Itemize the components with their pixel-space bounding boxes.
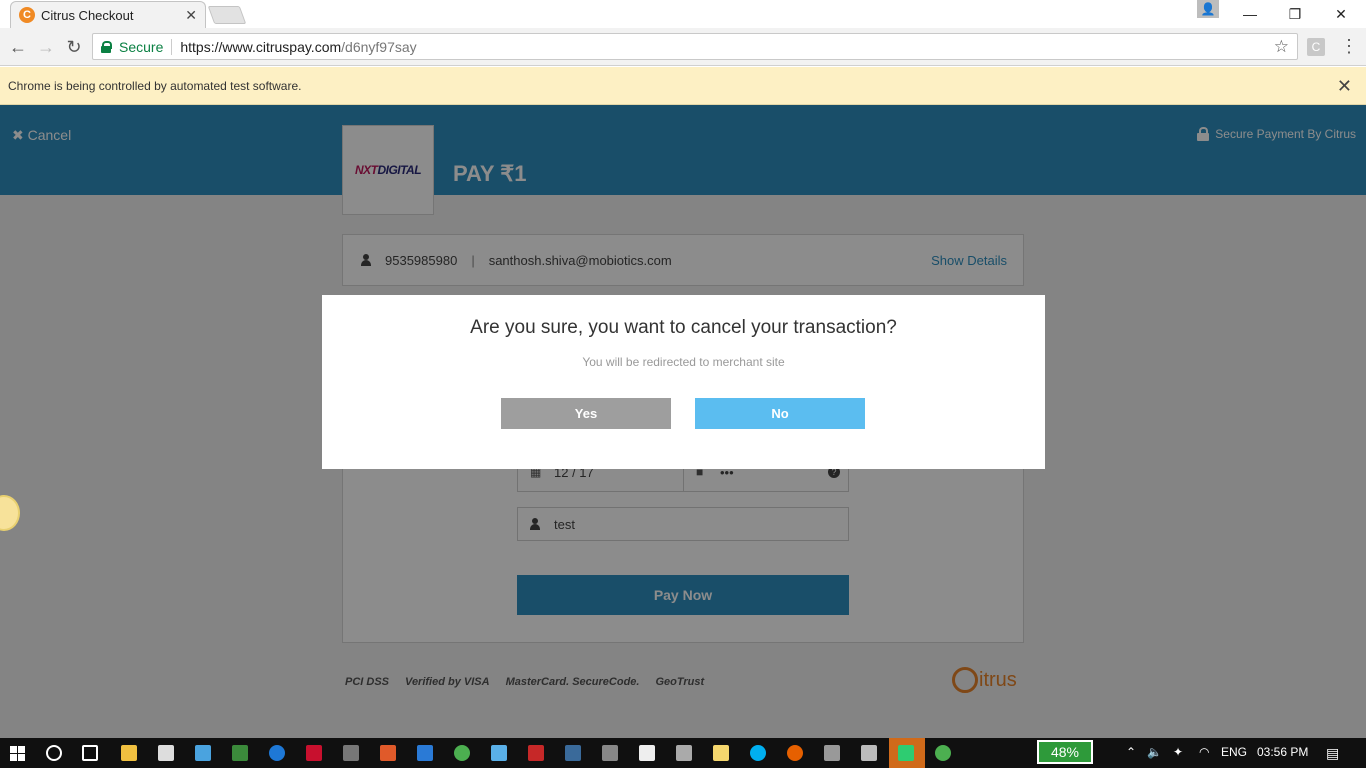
new-tab-button[interactable] (207, 6, 247, 24)
back-icon[interactable]: ← (8, 37, 28, 57)
chrome-menu-icon[interactable]: ⋮ (1340, 36, 1358, 57)
bookmark-star-icon[interactable]: ☆ (1274, 37, 1289, 57)
app-window-icon[interactable] (195, 745, 211, 761)
restore-icon[interactable]: ❐ (1272, 0, 1318, 28)
browser-tabstrip: C Citrus Checkout ✕ 👤 — ❐ ✕ (0, 0, 1366, 28)
browser-toolbar: ← → ↻ Secure https://www.citruspay.com/d… (0, 28, 1366, 66)
tools-icon[interactable] (824, 745, 840, 761)
disk-icon[interactable] (676, 745, 692, 761)
tab-title: Citrus Checkout (41, 7, 134, 23)
profile-icon[interactable]: 👤 (1197, 0, 1219, 18)
window-close-icon[interactable]: ✕ (1318, 0, 1364, 28)
file-explorer-icon[interactable] (121, 745, 137, 761)
task-view-icon[interactable] (82, 745, 98, 761)
citrus-favicon-icon: C (19, 7, 35, 23)
yes-button[interactable]: Yes (501, 398, 671, 429)
infobar-close-icon[interactable]: ✕ (1337, 76, 1352, 97)
chrome-active-icon[interactable] (935, 745, 951, 761)
minimize-icon[interactable]: — (1227, 0, 1273, 28)
cancel-confirm-dialog: Are you sure, you want to cancel your tr… (322, 295, 1045, 469)
battery-indicator[interactable]: 48% (1037, 740, 1093, 764)
teamviewer-icon[interactable] (417, 745, 433, 761)
dialog-buttons: Yes No (501, 398, 865, 429)
no-button[interactable]: No (695, 398, 865, 429)
dialog-subtitle: You will be redirected to merchant site (582, 355, 785, 369)
app-icon-orange[interactable] (380, 745, 396, 761)
windows-start-icon[interactable] (10, 746, 25, 761)
infobar-text: Chrome is being controlled by automated … (8, 78, 302, 93)
forward-icon[interactable]: → (36, 37, 56, 57)
clock[interactable]: 03:56 PM (1257, 745, 1308, 759)
mcafee-icon[interactable] (306, 745, 322, 761)
vpn-icon[interactable] (343, 745, 359, 761)
settings-gear-icon[interactable] (861, 745, 877, 761)
skype-icon[interactable] (750, 745, 766, 761)
sticky-notes-icon[interactable] (713, 745, 729, 761)
checkout-page: ✖ Cancel Secure Payment By Citrus PAY ₹1… (0, 105, 1366, 738)
address-bar[interactable]: Secure https://www.citruspay.com/d6nyf97… (92, 33, 1298, 60)
reload-icon[interactable]: ↻ (64, 37, 84, 57)
dropbox-icon[interactable]: ✦ (1173, 745, 1183, 759)
remote-desktop-icon[interactable] (491, 745, 507, 761)
sublime-icon[interactable] (898, 745, 914, 761)
dialog-title: Are you sure, you want to cancel your tr… (470, 317, 897, 338)
document-icon[interactable] (639, 745, 655, 761)
screen: C Citrus Checkout ✕ 👤 — ❐ ✕ ← → ↻ Secure… (0, 0, 1366, 768)
wifi-icon[interactable]: ◠ (1199, 745, 1209, 759)
action-center-icon[interactable]: ▤ (1326, 745, 1339, 762)
edge-icon[interactable] (269, 745, 285, 761)
secure-label: Secure (119, 38, 164, 55)
security-app-icon[interactable] (528, 745, 544, 761)
utility-icon[interactable] (602, 745, 618, 761)
chrome-icon[interactable] (454, 745, 470, 761)
tray-chevron-icon[interactable]: ⌃ (1126, 745, 1136, 759)
search-icon[interactable] (46, 745, 62, 761)
language-indicator[interactable]: ENG (1221, 745, 1247, 759)
volume-icon[interactable]: 🔈 (1147, 745, 1162, 759)
secure-lock-icon (101, 40, 112, 53)
firefox-icon[interactable] (787, 745, 803, 761)
store-icon[interactable] (158, 745, 174, 761)
dev-tool-icon[interactable] (565, 745, 581, 761)
url-host: https://www.citruspay.com (180, 38, 342, 55)
windows-taskbar: 48% ⌃ 🔈 ✦ ◠ ENG 03:56 PM ▤ (0, 738, 1366, 768)
omnibox-separator (171, 38, 173, 55)
automation-infobar: Chrome is being controlled by automated … (0, 67, 1366, 105)
browser-tab[interactable]: C Citrus Checkout ✕ (10, 1, 206, 28)
tab-close-icon[interactable]: ✕ (185, 7, 197, 24)
extension-icon[interactable]: C (1307, 38, 1325, 56)
network-tool-icon[interactable] (232, 745, 248, 761)
url-path: /d6nyf97say (341, 38, 417, 55)
